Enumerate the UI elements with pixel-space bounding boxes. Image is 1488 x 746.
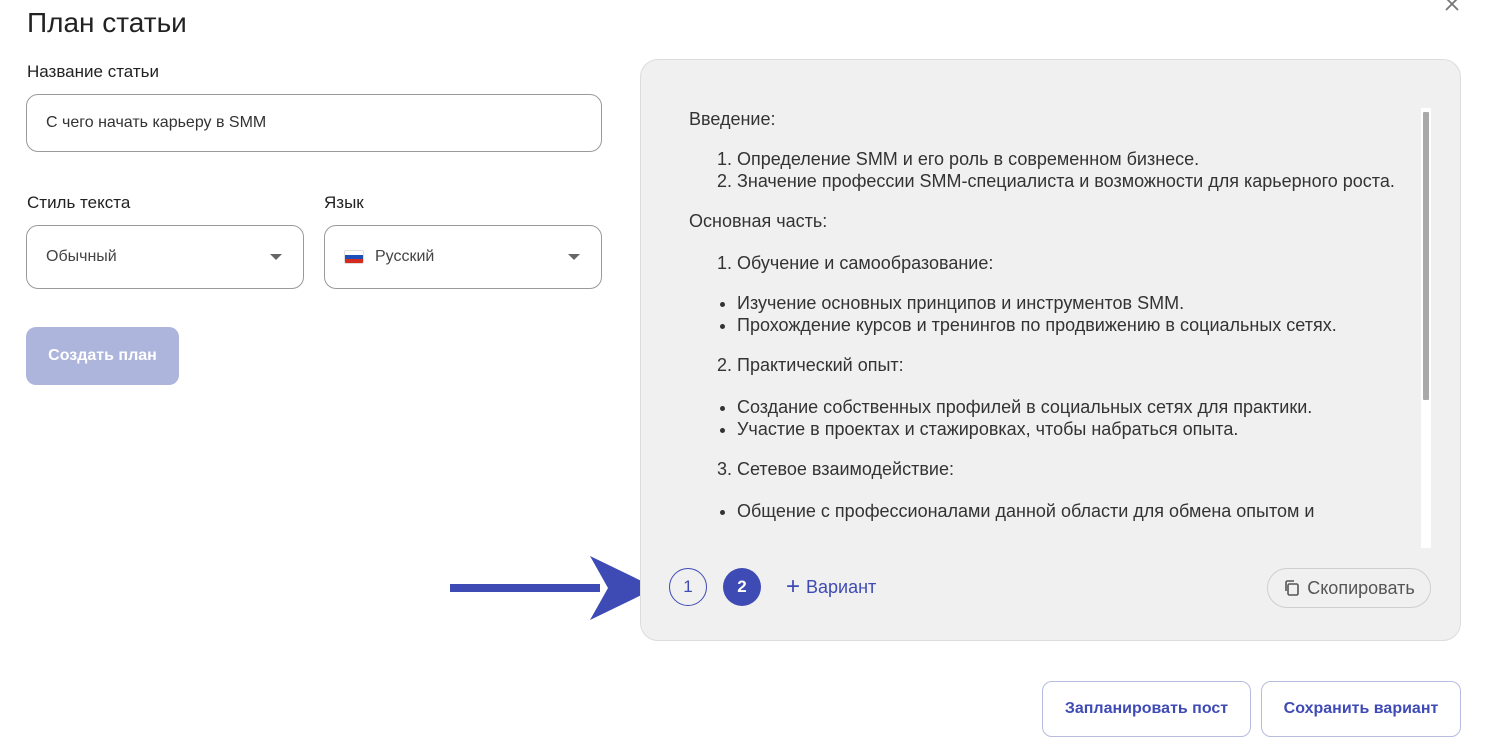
language-select[interactable]: Русский — [324, 225, 602, 289]
section-title: Сетевое взаимодействие: — [737, 458, 1429, 480]
plus-icon: + — [786, 573, 801, 600]
section-list: Практический опыт: — [689, 354, 1429, 376]
section-title: Обучение и самообразование: — [737, 252, 1429, 274]
article-title-label: Название статьи — [27, 62, 160, 81]
text-style-select[interactable]: Обычный — [26, 225, 304, 289]
intro-heading: Введение: — [689, 109, 776, 129]
copy-button[interactable]: Скопировать — [1267, 568, 1431, 608]
text-style-label: Стиль текста — [27, 193, 131, 212]
section-title: Практический опыт: — [737, 354, 1429, 376]
chevron-down-icon — [270, 254, 282, 260]
plan-content: Введение: Определение SMM и его роль в с… — [689, 108, 1429, 548]
list-item: Создание собственных профилей в социальн… — [737, 396, 1429, 418]
save-variant-button[interactable]: Сохранить вариант — [1261, 681, 1461, 737]
variant-1-button[interactable]: 1 — [669, 568, 707, 606]
copy-label: Скопировать — [1307, 577, 1415, 598]
page-title: План статьи — [27, 7, 187, 38]
bullet-list: Изучение основных принципов и инструмент… — [689, 292, 1429, 336]
schedule-post-button[interactable]: Запланировать пост — [1042, 681, 1251, 737]
list-item: Определение SMM и его роль в современном… — [737, 148, 1429, 170]
article-title-input[interactable] — [26, 94, 602, 152]
bullet-list: Создание собственных профилей в социальн… — [689, 396, 1429, 440]
result-panel: Введение: Определение SMM и его роль в с… — [640, 59, 1461, 641]
add-variant-label: Вариант — [806, 576, 877, 597]
list-item: Изучение основных принципов и инструмент… — [737, 292, 1429, 314]
bullet-list: Общение с профессионалами данной области… — [689, 500, 1429, 522]
copy-icon — [1285, 580, 1300, 596]
section-list: Обучение и самообразование: — [689, 252, 1429, 274]
arrow-annotation-icon — [450, 556, 656, 620]
text-style-value: Обычный — [46, 248, 117, 265]
section-list: Сетевое взаимодействие: — [689, 458, 1429, 480]
chevron-down-icon — [568, 254, 580, 260]
list-item: Значение профессии SMM-специалиста и воз… — [737, 170, 1429, 192]
language-value: Русский — [375, 248, 435, 265]
list-item: Прохождение курсов и тренингов по продви… — [737, 314, 1429, 336]
russia-flag-icon — [344, 250, 364, 264]
add-variant-button[interactable]: + Вариант — [786, 568, 876, 606]
variant-2-button[interactable]: 2 — [723, 568, 761, 606]
create-plan-button[interactable]: Создать план — [26, 327, 179, 385]
list-item: Общение с профессионалами данной области… — [737, 500, 1429, 522]
close-icon[interactable] — [1440, 0, 1464, 16]
main-heading: Основная часть: — [689, 211, 828, 231]
list-item: Участие в проектах и стажировках, чтобы … — [737, 418, 1429, 440]
language-label: Язык — [324, 193, 364, 212]
scrollbar[interactable] — [1421, 108, 1431, 548]
scrollbar-thumb[interactable] — [1423, 112, 1429, 400]
intro-list: Определение SMM и его роль в современном… — [689, 148, 1429, 192]
